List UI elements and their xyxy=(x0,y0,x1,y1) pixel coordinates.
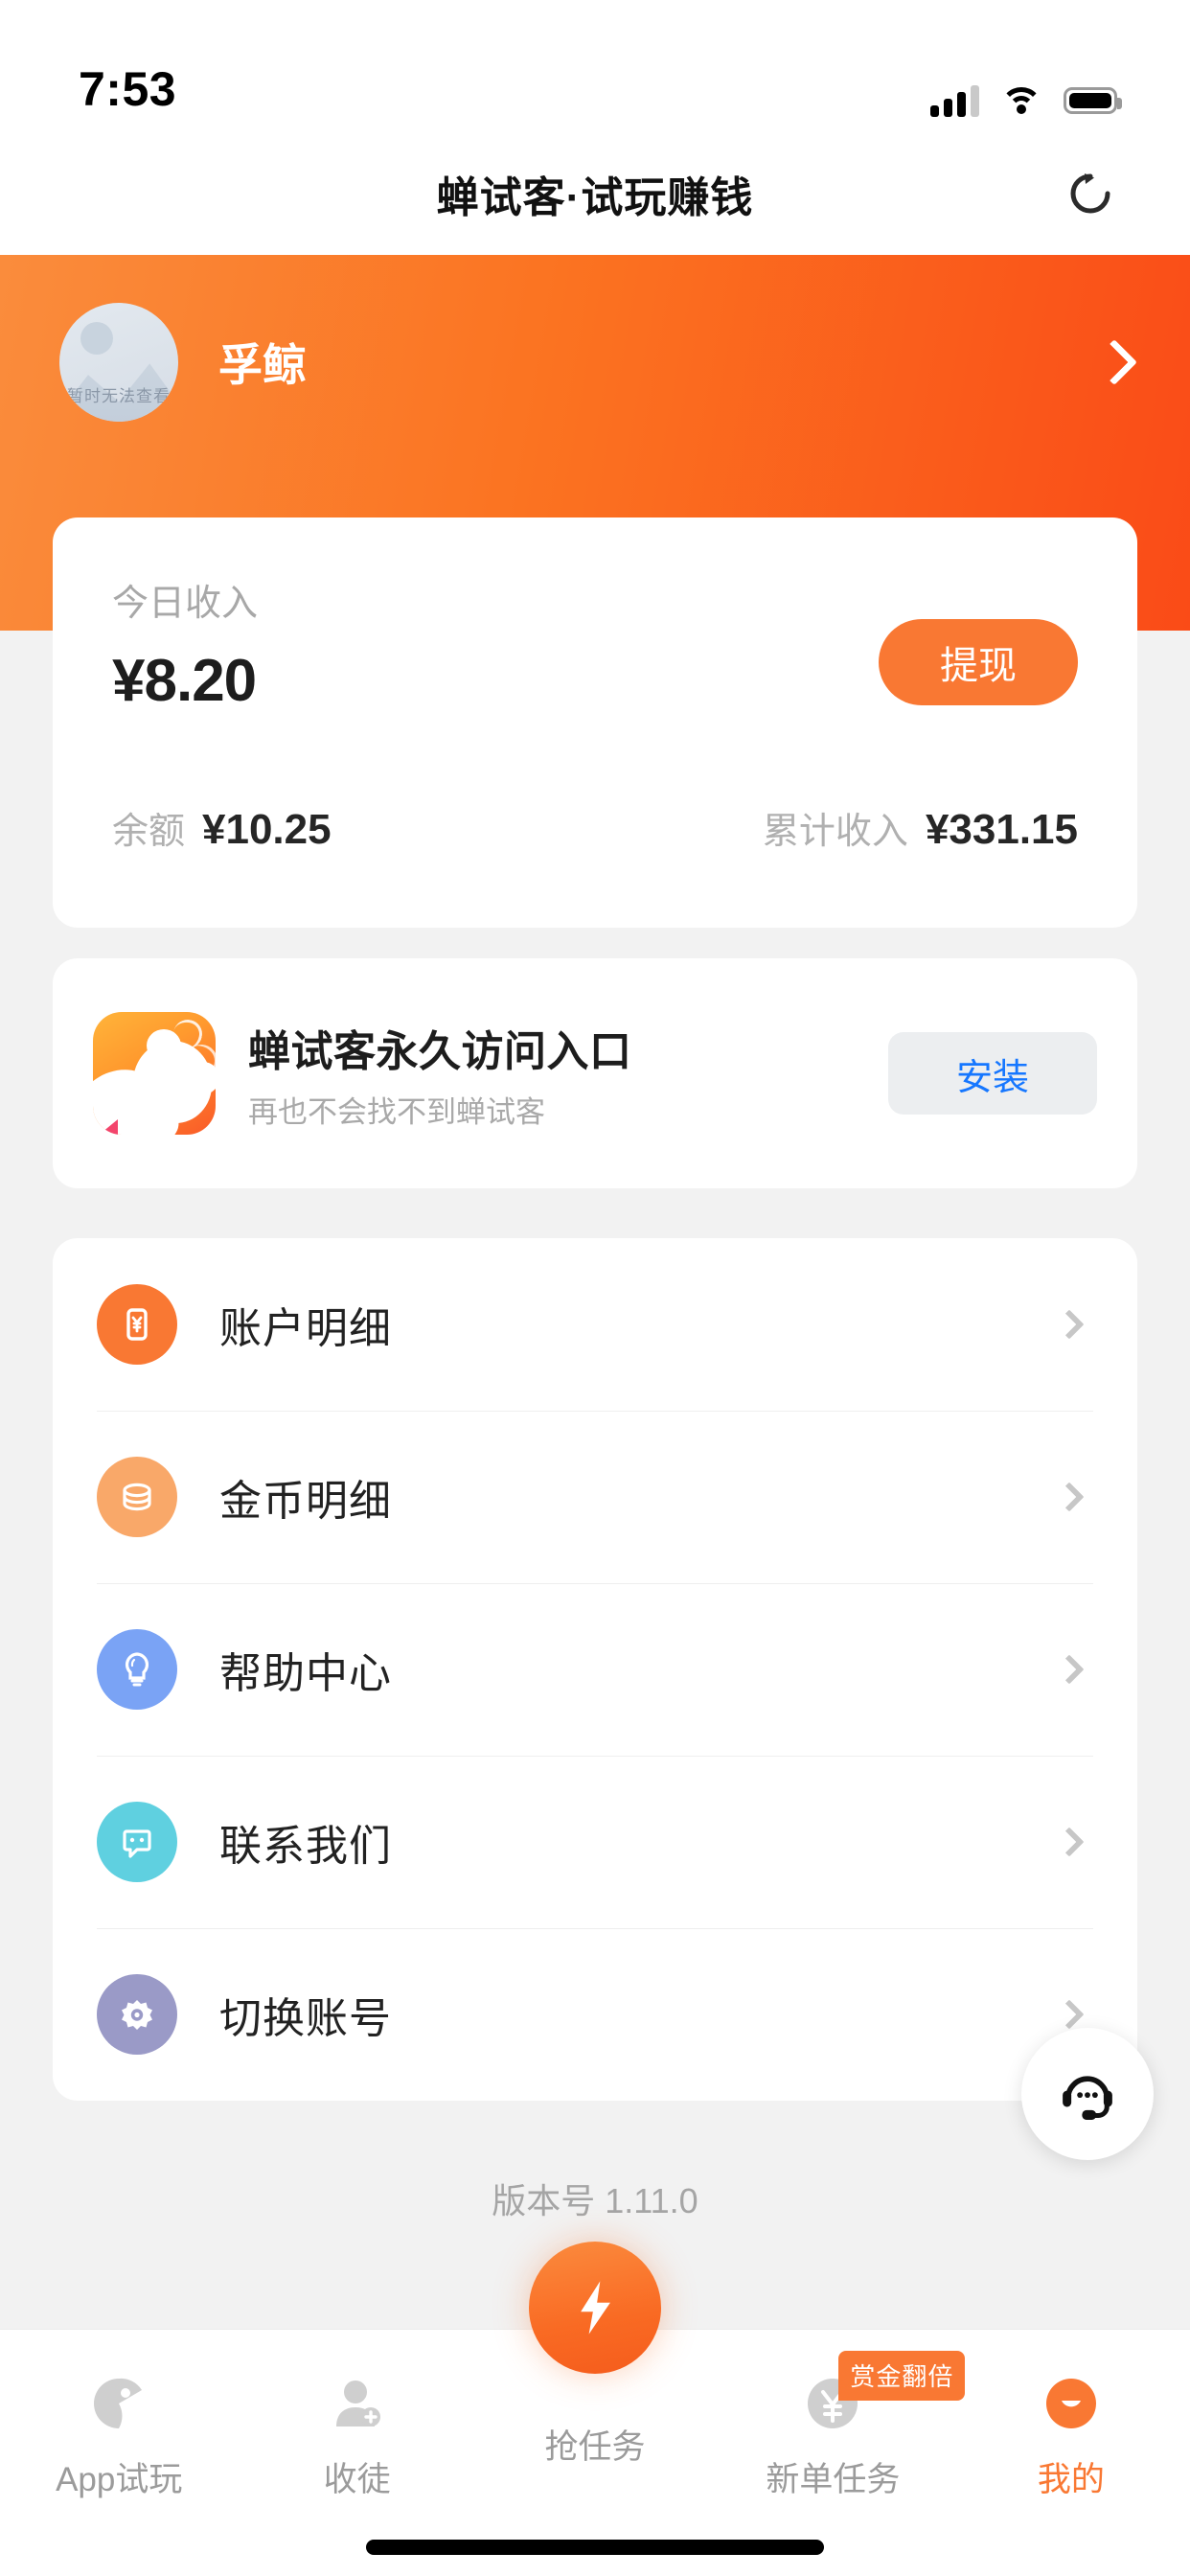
today-income-label: 今日收入 xyxy=(112,584,259,624)
avatar-placeholder-text: 暂时无法查看 xyxy=(67,387,171,405)
chevron-right-icon[interactable] xyxy=(1090,338,1138,386)
menu-item-account-detail[interactable]: 账户明细 xyxy=(97,1238,1093,1411)
tab-app-trial[interactable]: App试玩 xyxy=(0,2330,238,2501)
install-button[interactable]: 安装 xyxy=(888,1032,1097,1115)
balance-stats-row: 余额 ¥10.25 累计收入 ¥331.15 xyxy=(112,801,1078,854)
install-subtitle: 再也不会找不到蝉试客 xyxy=(248,1094,545,1129)
bottom-tab-bar: App试玩 收徒 抢任务 赏金翻倍 新单任务 我的 xyxy=(0,2242,1190,2576)
tab-label: 收徒 xyxy=(323,2461,391,2498)
battery-icon xyxy=(1064,87,1122,114)
tab-label: App试玩 xyxy=(56,2461,183,2498)
version-label: 版本号 1.11.0 xyxy=(492,2181,698,2220)
balance-value: ¥10.25 xyxy=(202,806,332,853)
app-trial-icon xyxy=(88,2368,149,2439)
wifi-icon xyxy=(1000,85,1042,116)
tab-label: 我的 xyxy=(1037,2461,1105,2498)
status-badge: 赏金翻倍 xyxy=(838,2351,966,2401)
refresh-icon[interactable] xyxy=(1065,169,1115,218)
cellular-signal-icon xyxy=(930,84,979,117)
chevron-right-icon[interactable] xyxy=(1054,1999,1085,2030)
menu-item-contact-us[interactable]: 联系我们 xyxy=(97,1756,1093,1928)
avatar[interactable]: 暂时无法查看 xyxy=(59,303,178,422)
chevron-right-icon[interactable] xyxy=(1054,1827,1085,1857)
coin-detail-icon xyxy=(97,1457,177,1537)
status-bar-indicators xyxy=(930,84,1131,117)
smiley-profile-icon xyxy=(1041,2368,1102,2439)
tab-label: 新单任务 xyxy=(766,2461,901,2498)
menu-item-coin-detail[interactable]: 金币明细 xyxy=(97,1411,1093,1583)
add-apprentice-icon xyxy=(327,2368,388,2439)
chevron-right-icon[interactable] xyxy=(1054,1309,1085,1340)
switch-account-gear-icon xyxy=(97,1974,177,2055)
account-detail-icon xyxy=(97,1284,177,1365)
income-card: 今日收入 ¥8.20 提现 余额 ¥10.25 累计收入 ¥331.15 xyxy=(53,518,1137,928)
menu-list: 账户明细 金币明细 帮助中心 联系我们 切换账号 xyxy=(53,1238,1137,2101)
total-income-label: 累计收入 xyxy=(762,812,908,852)
customer-service-headset-icon[interactable] xyxy=(1021,2028,1154,2160)
status-bar-time: 7:53 xyxy=(79,62,177,116)
home-indicator[interactable] xyxy=(366,2540,824,2555)
page-title: 蝉试客·试玩赚钱 xyxy=(436,174,754,221)
menu-item-switch-account[interactable]: 切换账号 xyxy=(97,1928,1093,2101)
tab-new-order-task[interactable]: 赏金翻倍 新单任务 xyxy=(714,2330,966,2501)
app-screen: 7:53 蝉试客·试玩赚钱 暂时无法查看 孚鲸 今日收入 ¥8.20 提现 余额… xyxy=(0,0,1190,2576)
install-texts: 蝉试客永久访问入口 再也不会找不到蝉试客 xyxy=(248,1017,632,1131)
install-shortcut-card[interactable]: 蝉试客永久访问入口 再也不会找不到蝉试客 安装 xyxy=(53,958,1137,1188)
total-income-value: ¥331.15 xyxy=(925,806,1078,853)
profile-username: 孚鲸 xyxy=(218,340,307,390)
chevron-right-icon[interactable] xyxy=(1054,1482,1085,1512)
chevron-right-icon[interactable] xyxy=(1054,1654,1085,1685)
withdraw-button[interactable]: 提现 xyxy=(879,619,1078,705)
status-bar: 7:53 xyxy=(0,0,1190,132)
menu-item-label: 联系我们 xyxy=(219,1823,392,1870)
tab-grab-task[interactable]: 抢任务 xyxy=(476,2242,714,2469)
profile-row[interactable]: 暂时无法查看 孚鲸 xyxy=(0,282,1190,443)
lightning-bolt-icon[interactable] xyxy=(529,2242,662,2374)
menu-item-label: 金币明细 xyxy=(219,1478,392,1525)
menu-item-label: 账户明细 xyxy=(219,1305,392,1352)
tab-label: 抢任务 xyxy=(544,2428,646,2466)
chanshike-app-icon xyxy=(93,1012,216,1135)
total-income-stat: 累计收入 ¥331.15 xyxy=(763,801,1078,854)
help-bulb-icon xyxy=(97,1629,177,1710)
menu-item-label: 切换账号 xyxy=(219,1995,392,2042)
menu-item-label: 帮助中心 xyxy=(219,1650,392,1697)
app-header: 蝉试客·试玩赚钱 xyxy=(0,132,1190,255)
menu-item-help-center[interactable]: 帮助中心 xyxy=(97,1583,1093,1756)
tab-invite-apprentice[interactable]: 收徒 xyxy=(238,2330,475,2501)
tab-mine[interactable]: 我的 xyxy=(952,2330,1190,2501)
install-title: 蝉试客永久访问入口 xyxy=(248,1027,632,1075)
balance-label: 余额 xyxy=(112,812,186,852)
balance-stat: 余额 ¥10.25 xyxy=(112,801,332,854)
contact-chat-icon xyxy=(97,1802,177,1882)
